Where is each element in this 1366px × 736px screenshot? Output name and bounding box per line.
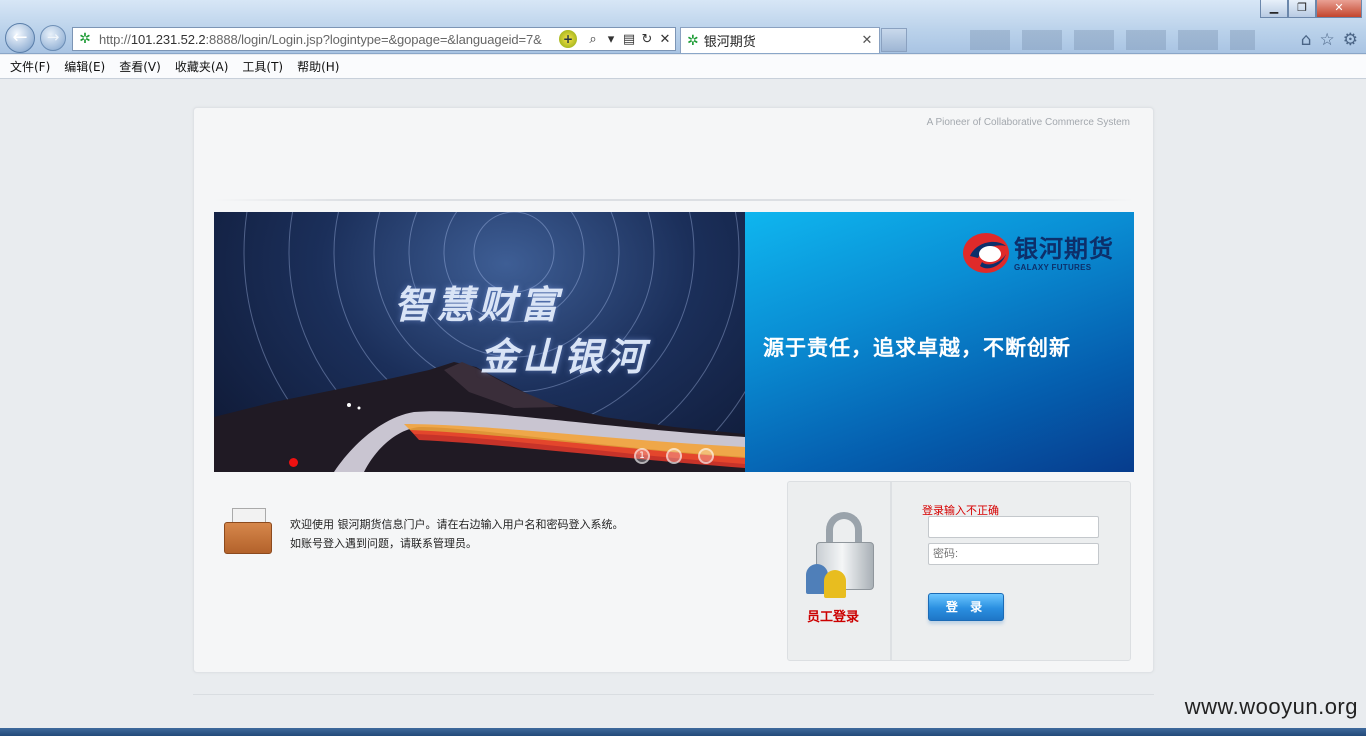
menu-edit[interactable]: 编辑(E) xyxy=(58,58,111,75)
footer-divider xyxy=(193,694,1154,695)
welcome-line-1: 欢迎使用 银河期货信息门户。请在右边输入用户名和密码登入系统。 xyxy=(290,518,624,531)
maximize-button[interactable]: ❐ xyxy=(1288,0,1316,18)
banner-photo: 智慧财富 金山银河 1 xyxy=(214,212,745,472)
location-pin-icon xyxy=(289,458,298,467)
brand-panel: 银河期货 GALAXY FUTURES 源于责任，追求卓越，不断创新 xyxy=(745,212,1134,472)
menu-view[interactable]: 查看(V) xyxy=(113,58,167,75)
url-prefix: http:// xyxy=(99,31,131,47)
address-bar[interactable]: ✲ http://101.231.52.2:8888/login/Login.j… xyxy=(72,27,676,51)
login-illustration: 员工登录 xyxy=(788,482,892,660)
logo-chinese-name: 银河期货 xyxy=(1014,234,1114,263)
slide-dot-3[interactable] xyxy=(698,448,714,464)
close-button[interactable]: ✕ xyxy=(1316,0,1362,18)
slide-dot-1[interactable]: 1 xyxy=(634,448,650,464)
header-divider xyxy=(214,199,1134,201)
site-favicon-icon: ✲ xyxy=(79,31,91,47)
new-tab-button[interactable] xyxy=(881,28,907,52)
url-host: 101.231.52.2 xyxy=(130,31,206,47)
staff-login-label: 员工登录 xyxy=(807,610,860,625)
minimize-button[interactable]: ▁ xyxy=(1260,0,1288,18)
back-arrow-icon[interactable]: ← xyxy=(5,23,35,53)
galaxy-futures-logo: 银河期货 GALAXY FUTURES xyxy=(962,232,1114,274)
search-icon[interactable]: ⌕ xyxy=(585,32,601,47)
slide-indicators: 1 xyxy=(634,448,714,464)
menu-bar: 文件(F) 编辑(E) 查看(V) 收藏夹(A) 工具(T) 帮助(H) xyxy=(0,55,1366,79)
address-url[interactable]: http://101.231.52.2:8888/login/Login.jsp… xyxy=(99,32,559,47)
favorites-star-icon[interactable]: ☆ xyxy=(1320,30,1335,50)
browser-tab-active[interactable]: ✲ 银河期货 ✕ xyxy=(680,27,880,53)
tab-favicon-icon: ✲ xyxy=(687,32,699,49)
page-viewport: A Pioneer of Collaborative Commerce Syst… xyxy=(0,80,1366,728)
slide-dot-2[interactable] xyxy=(666,448,682,464)
briefcase-icon xyxy=(224,508,272,554)
browser-tool-icons: ⌂ ☆ ⚙ xyxy=(1301,30,1358,50)
gear-icon[interactable]: ⚙ xyxy=(1343,30,1358,50)
home-icon[interactable]: ⌂ xyxy=(1301,30,1312,50)
menu-help[interactable]: 帮助(H) xyxy=(291,58,345,75)
page-icon[interactable]: ▤ xyxy=(621,32,637,47)
banner: 智慧财富 金山银河 1 银河期货 GALAXY FUTURES 源于责任，追求卓… xyxy=(214,212,1134,472)
welcome-line-2: 如账号登入遇到问题，请联系管理员。 xyxy=(290,537,477,550)
browser-titlebar: ← → ✲ http://101.231.52.2:8888/login/Log… xyxy=(0,0,1366,54)
login-button[interactable]: 登 录 xyxy=(928,593,1004,621)
url-path: :8888/login/Login.jsp?logintype=&gopage=… xyxy=(205,31,542,47)
compatibility-view-icon[interactable]: + xyxy=(559,30,577,48)
padlock-users-icon xyxy=(806,512,882,602)
banner-slogan-line1: 智慧财富 xyxy=(394,282,563,327)
password-input[interactable] xyxy=(928,543,1099,565)
windows-taskbar xyxy=(0,728,1366,736)
menu-favorites[interactable]: 收藏夹(A) xyxy=(169,58,235,75)
background-tabs xyxy=(970,30,1255,50)
welcome-section: 欢迎使用 银河期货信息门户。请在右边输入用户名和密码登入系统。 如账号登入遇到问… xyxy=(220,503,760,563)
tab-close-icon[interactable]: ✕ xyxy=(859,33,875,48)
banner-slogan-line2: 金山银河 xyxy=(480,334,649,379)
portal-card: A Pioneer of Collaborative Commerce Syst… xyxy=(193,107,1154,673)
menu-file[interactable]: 文件(F) xyxy=(4,58,56,75)
company-motto: 源于责任，追求卓越，不断创新 xyxy=(763,336,1071,360)
window-controls: ▁ ❐ ✕ xyxy=(1260,0,1362,18)
stop-icon[interactable]: ✕ xyxy=(657,32,673,47)
dropdown-arrow-icon[interactable]: ▾ xyxy=(603,32,619,47)
watermark: www.wooyun.org xyxy=(1184,694,1358,719)
tab-title: 银河期货 xyxy=(703,35,756,50)
username-input[interactable] xyxy=(928,516,1099,538)
tagline: A Pioneer of Collaborative Commerce Syst… xyxy=(926,117,1130,128)
refresh-icon[interactable]: ↻ xyxy=(639,32,655,47)
welcome-text: 欢迎使用 银河期货信息门户。请在右边输入用户名和密码登入系统。 如账号登入遇到问… xyxy=(290,515,624,553)
forward-arrow-icon[interactable]: → xyxy=(40,25,66,51)
logo-english-name: GALAXY FUTURES xyxy=(1014,262,1092,272)
login-panel: 员工登录 登录输入不正确 登 录 xyxy=(787,481,1131,661)
menu-tools[interactable]: 工具(T) xyxy=(236,58,289,75)
galaxy-logo-icon xyxy=(963,233,1009,273)
